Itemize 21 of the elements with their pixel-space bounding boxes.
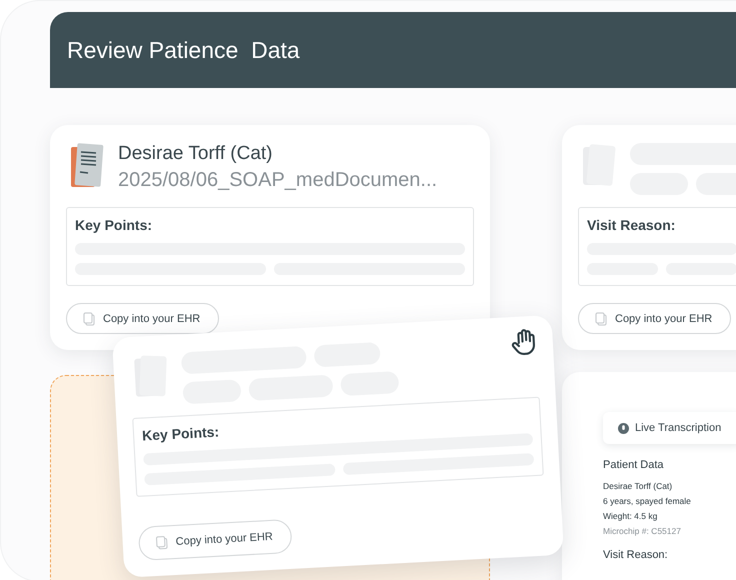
copy-button[interactable]: Copy into your EHR bbox=[138, 519, 293, 561]
copy-icon bbox=[83, 312, 95, 326]
copy-button[interactable]: Copy into your EHR bbox=[66, 303, 220, 334]
chip-label: Live Transcription bbox=[635, 422, 722, 434]
page-title: Review Patience Data bbox=[67, 36, 300, 64]
panel-heading: Visit Reason: bbox=[603, 549, 668, 561]
section-title: Visit Reason: bbox=[587, 217, 676, 234]
patient-detail: Desirae Torff (Cat) bbox=[603, 480, 674, 492]
patient-detail: Microchip #: C55127 bbox=[603, 525, 682, 537]
patient-name: Desirae Torff (Cat) bbox=[118, 143, 274, 165]
microphone-icon bbox=[618, 422, 629, 434]
section-title: Key Points: bbox=[75, 217, 154, 234]
live-transcription-chip[interactable]: Live Transcription bbox=[603, 412, 736, 444]
patient-detail: Wieght: 4.5 kg bbox=[603, 510, 658, 522]
copy-icon bbox=[155, 536, 168, 550]
copy-icon bbox=[595, 312, 607, 326]
file-name: 2025/08/06_SOAP_medDocumen... bbox=[118, 169, 438, 192]
copy-button[interactable]: Copy into your EHR bbox=[578, 303, 732, 334]
patient-detail: 6 years, spayed female bbox=[603, 495, 691, 507]
section-title: Key Points: bbox=[142, 422, 220, 444]
panel-heading: Patient Data bbox=[603, 459, 664, 471]
